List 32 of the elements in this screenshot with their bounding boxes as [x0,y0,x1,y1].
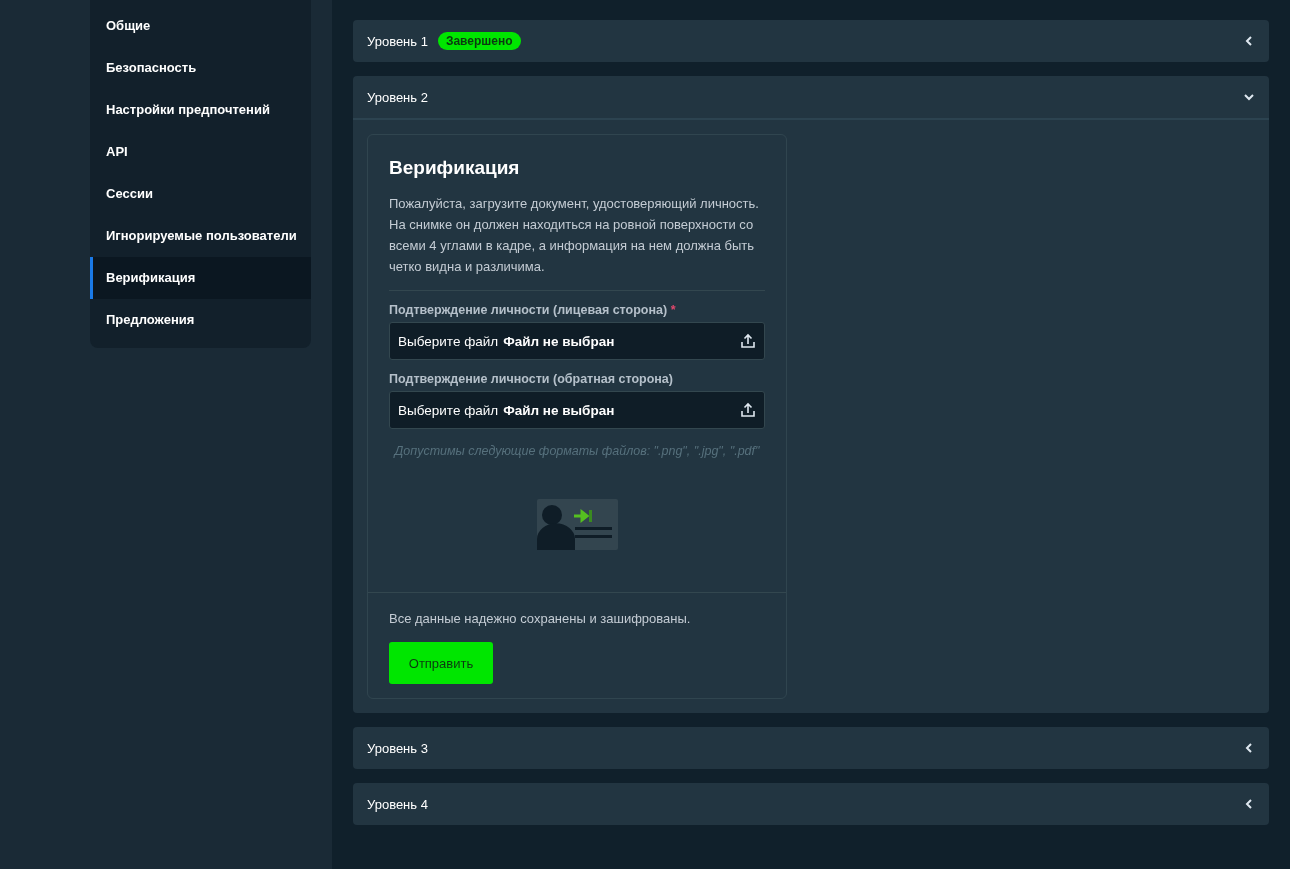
status-badge: Завершено [437,32,521,50]
sidebar-item[interactable]: Безопасность [90,47,311,89]
upload-icon [740,402,756,418]
level-header[interactable]: Уровень 2 [353,76,1269,118]
submit-button[interactable]: Отправить [389,642,493,684]
level-header[interactable]: Уровень 3 [353,727,1269,769]
upload-icon [740,333,756,349]
field-label: Подтверждение личности (лицевая сторона) * [389,303,677,317]
sidebar-item[interactable]: API [90,131,311,173]
chevron-left-icon[interactable] [1243,35,1255,47]
file-input-field[interactable]: Выберите файл Файл не выбран [389,391,765,429]
file-input-field[interactable]: Выберите файл Файл не выбран [389,322,765,360]
level-title: Уровень 2 [367,89,428,105]
chevron-left-icon[interactable] [1243,798,1255,810]
sidebar-item[interactable]: Сессии [90,173,311,215]
chevron-down-icon[interactable] [1243,91,1255,103]
card-title: Верификация [389,157,521,179]
formats-hint: Допустимы следующие форматы файлов: ".png", ".jpg", ".pdf" [392,443,761,460]
field-label: Подтверждение личности (обратная сторона) [389,372,674,386]
sidebar-item[interactable]: Общие [90,5,311,47]
level-header[interactable]: Уровень 4 [353,783,1269,825]
chevron-left-icon[interactable] [1243,742,1255,754]
security-note: Все данные надежно сохранены и зашифрованы. [389,611,692,626]
card-description: Пожалуйста, загрузите документ, удостоверяющий личность. На снимке он должен находиться на ровной поверхности со всеми 4 углами в кадре, а информация на нем должна быть четко видна и различима. [389,195,760,276]
sidebar-item[interactable]: Игнорируемые пользователи [90,215,311,257]
level-header[interactable]: Уровень 1 Завершено [353,20,1269,62]
sidebar-item[interactable]: Верификация [90,257,311,299]
sidebar-item[interactable]: Предложения [90,299,311,341]
sidebar-item[interactable]: Настройки предпочтений [90,89,311,131]
level-title: Уровень 3 [367,740,428,756]
level-title: Уровень 1 [367,33,428,49]
level-title: Уровень 4 [367,796,428,812]
